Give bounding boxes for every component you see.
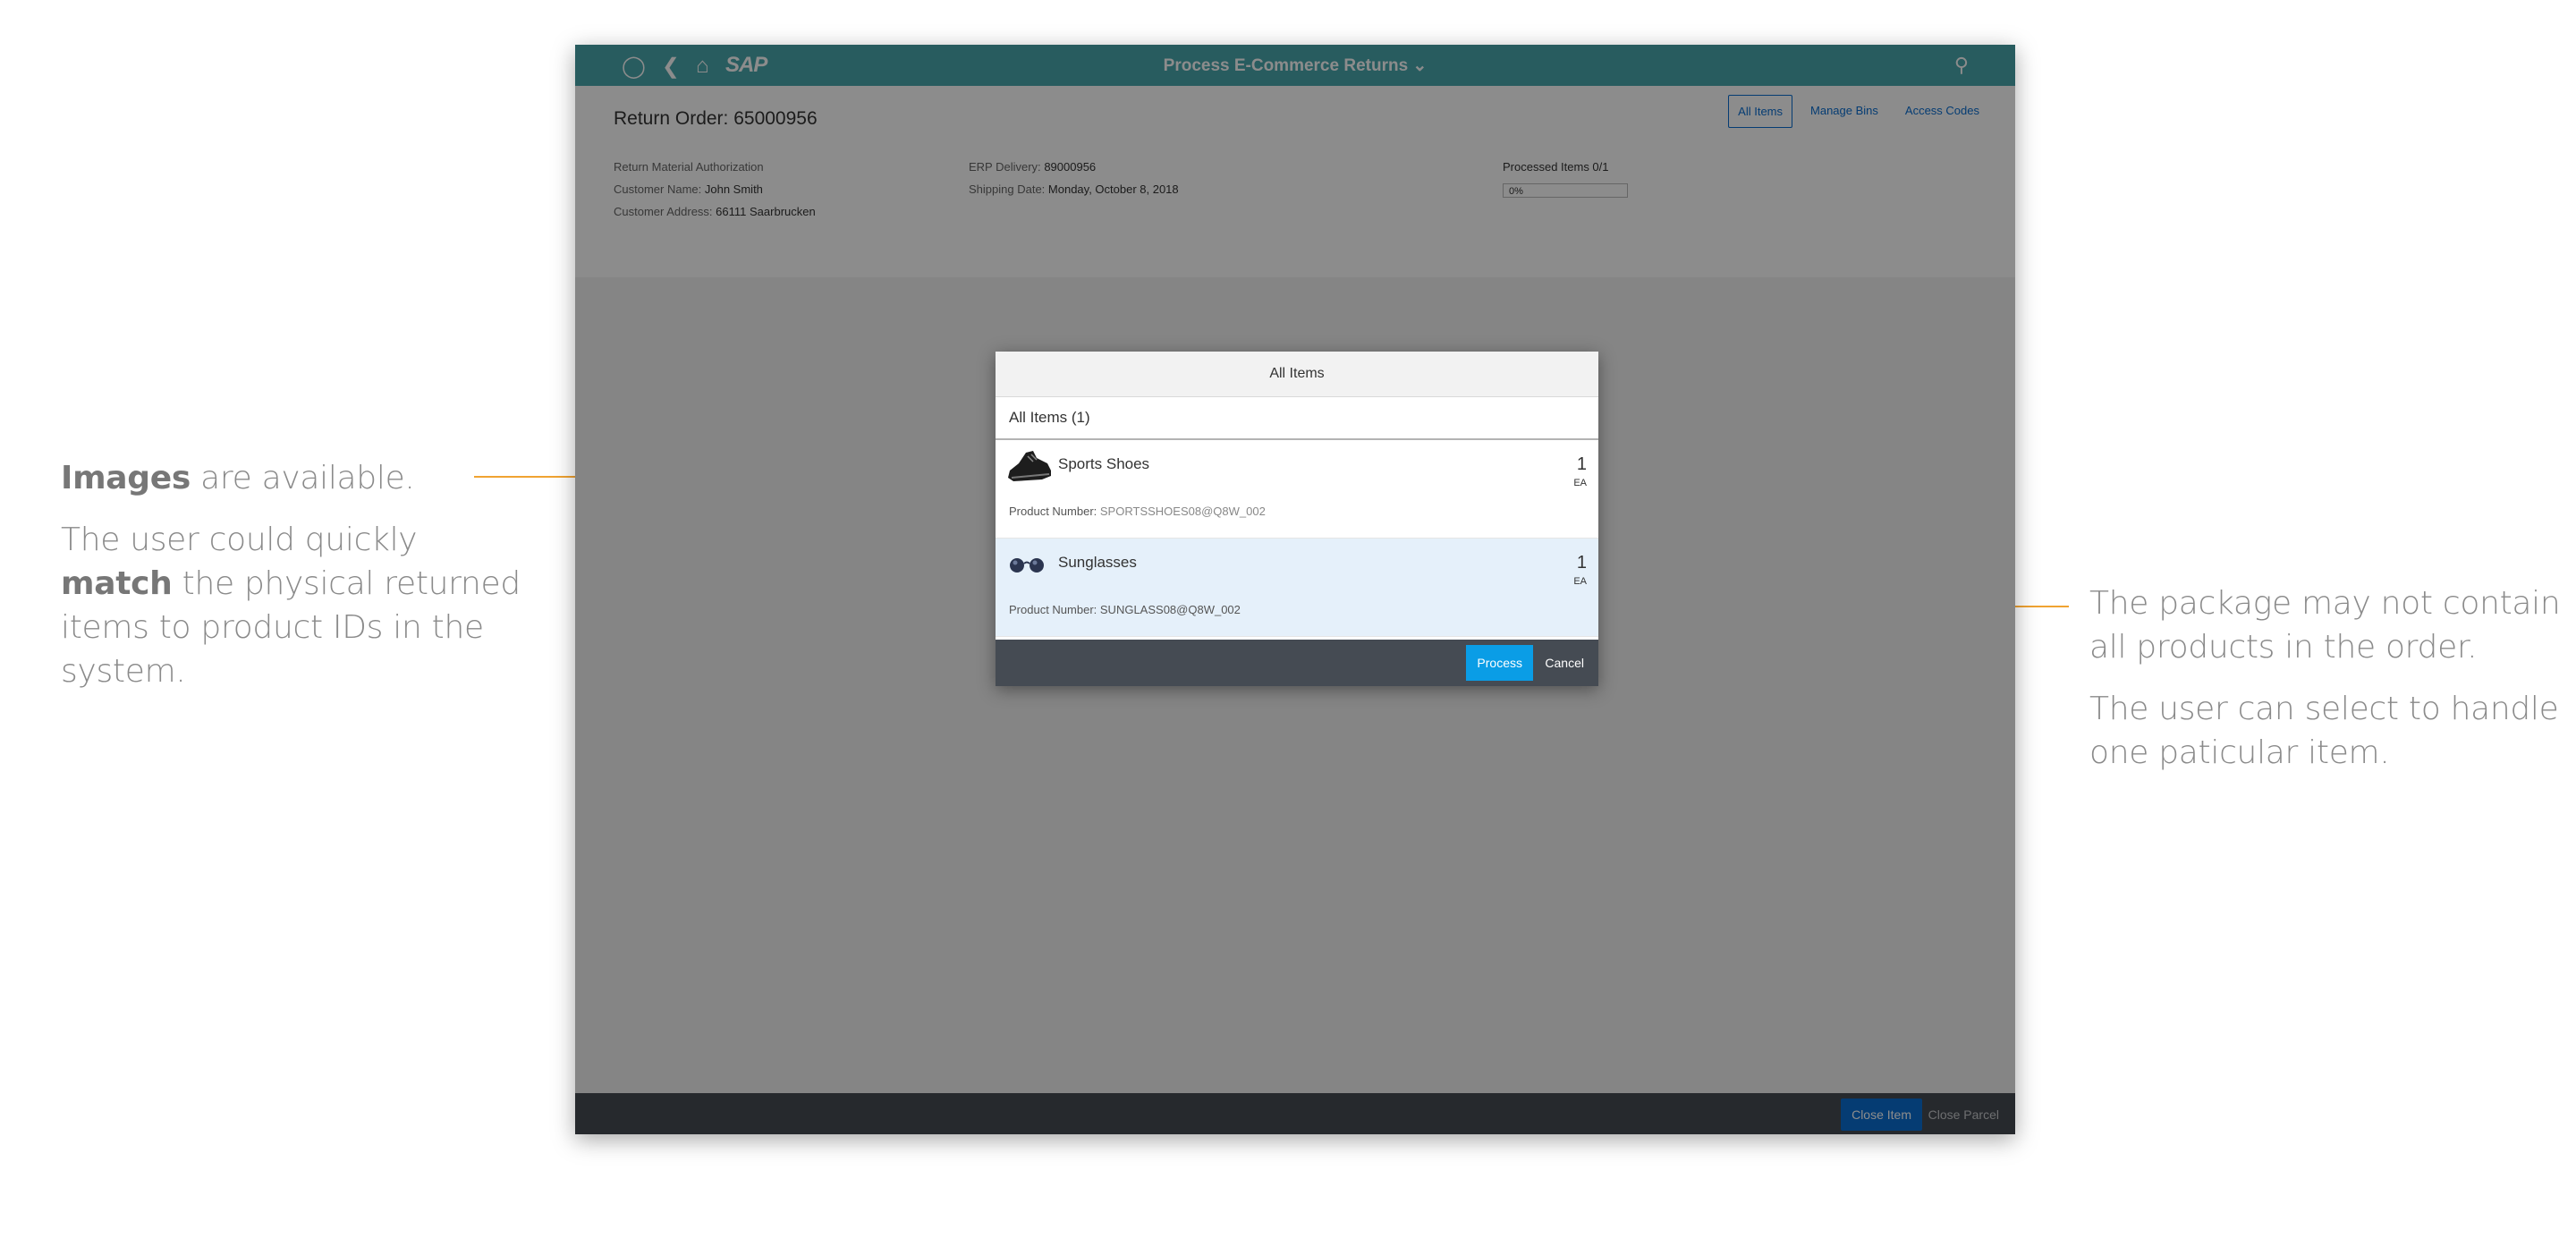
item-unit: EA	[1573, 576, 1587, 587]
annotation-right-p2: The user can select to handle one paticu…	[2089, 691, 2559, 771]
product-number-label: Product Number:	[1009, 603, 1097, 616]
annotation-left-p2: The user could quickly match the physica…	[61, 518, 526, 693]
process-button[interactable]: Process	[1466, 645, 1533, 681]
item-name: Sports Shoes	[1058, 455, 1150, 472]
product-number-label: Product Number:	[1009, 505, 1097, 518]
product-number-value: SUNGLASS08@Q8W_002	[1099, 603, 1241, 616]
list-header: All Items (1)	[996, 397, 1598, 440]
item-name: Sunglasses	[1058, 554, 1137, 571]
cancel-button[interactable]: Cancel	[1541, 645, 1588, 681]
all-items-dialog: All Items All Items (1) Sports Shoes 1 E…	[996, 352, 1598, 686]
item-product-number: Product Number: SPORTSSHOES08@Q8W_002	[1009, 505, 1266, 518]
annotation-left: Images are available. The user could qui…	[61, 456, 526, 693]
dialog-title: All Items	[996, 352, 1598, 397]
annotation-text: are available.	[191, 460, 415, 496]
item-product-number: Product Number: SUNGLASS08@Q8W_002	[1009, 603, 1241, 616]
dialog-footer: Process Cancel	[996, 640, 1598, 686]
list-item-sports-shoes[interactable]: Sports Shoes 1 EA Product Number: SPORTS…	[996, 440, 1598, 539]
item-unit: EA	[1573, 478, 1587, 488]
annotation-bold-images: Images	[61, 460, 191, 496]
sunglasses-icon	[1008, 555, 1047, 579]
shoe-icon	[1006, 447, 1053, 491]
annotation-text: The user could quickly	[61, 522, 418, 558]
list-item-sunglasses[interactable]: Sunglasses 1 EA Product Number: SUNGLASS…	[996, 539, 1598, 637]
item-quantity: 1	[1576, 454, 1587, 474]
item-quantity: 1	[1576, 553, 1587, 573]
annotation-bold-match: match	[61, 565, 173, 602]
annotation-left-p1: Images are available.	[61, 456, 526, 500]
annotation-right: The package may not contain all products…	[2089, 581, 2572, 775]
product-number-value: SPORTSSHOES08@Q8W_002	[1099, 505, 1266, 518]
annotation-right-p1: The package may not contain all products…	[2089, 585, 2561, 666]
